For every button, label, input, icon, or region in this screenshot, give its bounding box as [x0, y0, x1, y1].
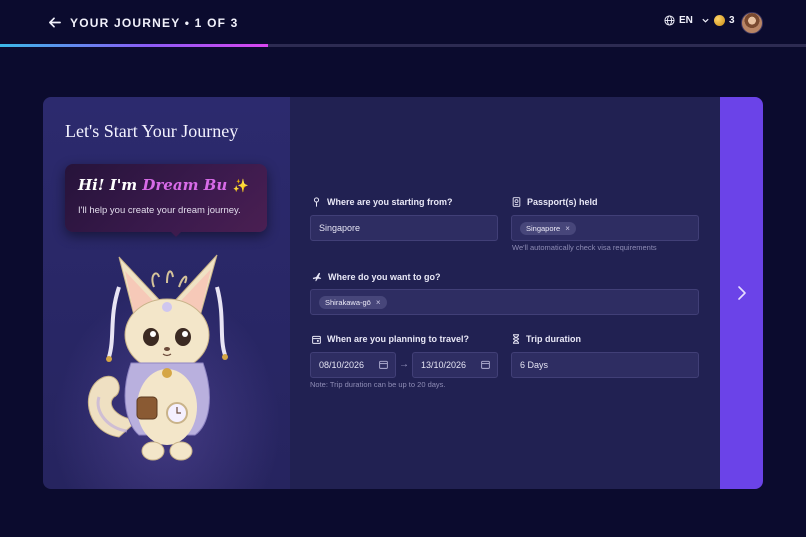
remove-chip-icon[interactable]: × — [565, 224, 570, 233]
passport-helper-text: We'll automatically check visa requireme… — [512, 243, 657, 252]
destination-chip-label: Shirakawa-gō — [325, 297, 371, 307]
panel-title: Let's Start Your Journey — [65, 121, 239, 141]
destination-label-text: Where do you want to go? — [328, 272, 441, 282]
passport-label: Passport(s) held — [512, 197, 598, 207]
duration-select[interactable]: 6 Days — [511, 352, 699, 378]
language-selector[interactable]: EN — [664, 15, 710, 26]
greeting-prefix: Hi! I'm — [78, 176, 143, 194]
passport-chip: Singapore × — [520, 221, 576, 235]
assistant-name: Dream Bu — [142, 176, 228, 194]
page-title: YOUR JOURNEY • 1 OF 3 — [70, 16, 239, 30]
top-bar: YOUR JOURNEY • 1 OF 3 EN 3 — [0, 0, 806, 44]
duration-value: 6 Days — [520, 360, 549, 370]
travel-dates-label: When are you planning to travel? — [312, 334, 469, 344]
calendar-icon — [312, 335, 321, 344]
journey-card: Let's Start Your Journey Hi! I'm Dream B… — [43, 97, 763, 489]
destination-chip: Shirakawa-gō × — [319, 295, 387, 309]
travel-dates-label-text: When are you planning to travel? — [327, 334, 470, 344]
passport-input[interactable]: Singapore × — [511, 215, 699, 241]
greeting-subtext: I'll help you create your dream journey. — [78, 205, 241, 216]
pin-icon — [313, 197, 320, 207]
hourglass-icon — [512, 334, 520, 344]
sparkle-icon: ✨ — [232, 179, 249, 194]
origin-label-text: Where are you starting from? — [327, 197, 453, 207]
destination-input[interactable]: Shirakawa-gō × — [310, 289, 699, 315]
start-date-value: 08/10/2026 — [319, 360, 365, 370]
back-button[interactable] — [46, 14, 62, 30]
end-date-value: 13/10/2026 — [421, 360, 467, 370]
arrow-left-icon — [48, 16, 61, 28]
chevron-down-icon — [702, 18, 709, 23]
assistant-panel: Let's Start Your Journey Hi! I'm Dream B… — [43, 97, 290, 489]
passport-chip-label: Singapore — [526, 223, 561, 233]
speech-bubble-tail — [169, 230, 183, 237]
avatar[interactable] — [741, 12, 763, 34]
date-range-arrow: → — [399, 359, 409, 370]
language-label: EN — [679, 15, 693, 26]
duration-note: Note: Trip duration can be up to 20 days… — [310, 380, 446, 389]
remove-chip-icon[interactable]: × — [376, 298, 381, 307]
trip-form: Where are you starting from? Singapore P… — [290, 97, 720, 489]
calendar-icon[interactable] — [379, 360, 388, 369]
origin-input[interactable]: Singapore — [310, 215, 498, 241]
mascot-illustration — [88, 254, 228, 461]
start-date-input[interactable]: 08/10/2026 — [310, 352, 396, 378]
passport-label-text: Passport(s) held — [527, 197, 598, 207]
origin-value: Singapore — [319, 223, 361, 233]
next-step-button[interactable] — [720, 97, 763, 489]
journey-progress-fill — [0, 44, 269, 47]
chevron-right-icon — [737, 286, 746, 300]
coin-count: 3 — [729, 15, 735, 26]
journey-progress — [0, 44, 806, 47]
coin-icon — [714, 15, 725, 26]
duration-label: Trip duration — [512, 334, 581, 344]
globe-icon — [664, 15, 675, 26]
calendar-icon[interactable] — [481, 360, 490, 369]
end-date-input[interactable]: 13/10/2026 — [412, 352, 498, 378]
plane-icon — [312, 272, 322, 282]
destination-label: Where do you want to go? — [312, 272, 441, 282]
coin-balance: 3 — [714, 15, 735, 26]
speech-bubble: Hi! I'm Dream Bu ✨ I'll help you create … — [65, 164, 267, 237]
duration-label-text: Trip duration — [526, 334, 581, 344]
origin-label: Where are you starting from? — [312, 197, 453, 207]
passport-icon — [512, 197, 521, 207]
greeting: Hi! I'm Dream Bu ✨ — [78, 176, 249, 194]
